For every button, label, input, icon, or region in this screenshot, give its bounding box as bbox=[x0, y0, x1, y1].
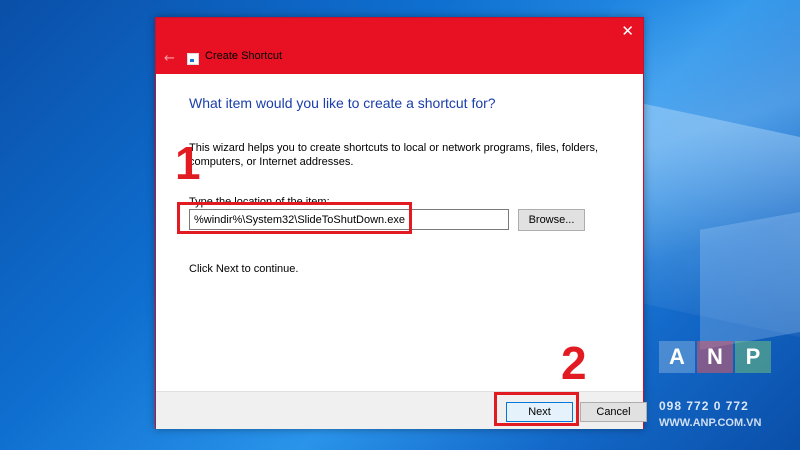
window-title: Create Shortcut bbox=[205, 50, 283, 62]
wizard-description: This wizard helps you to create shortcut… bbox=[189, 142, 599, 168]
watermark-phone: 098 772 0 772 bbox=[659, 399, 749, 413]
close-icon[interactable]: ✕ bbox=[621, 24, 634, 39]
watermark-letter-a: A bbox=[659, 341, 695, 373]
watermark-url: WWW.ANP.COM.VN bbox=[659, 417, 762, 429]
anp-watermark: A N P 098 772 0 772 WWW.ANP.COM.VN bbox=[659, 341, 779, 429]
wallpaper-light-panel-lower bbox=[700, 210, 800, 350]
continue-instruction: Click Next to continue. bbox=[189, 263, 299, 275]
title-bar: ✕ ← Create Shortcut bbox=[156, 18, 643, 74]
back-arrow-icon[interactable]: ← bbox=[164, 51, 175, 66]
watermark-logo: A N P bbox=[659, 341, 779, 373]
page-heading: What item would you like to create a sho… bbox=[189, 95, 496, 111]
browse-button[interactable]: Browse... bbox=[518, 209, 585, 231]
annotation-step-2: 2 bbox=[561, 337, 587, 389]
cancel-button[interactable]: Cancel bbox=[580, 402, 647, 422]
annotation-highlight-next bbox=[494, 392, 579, 426]
annotation-step-1: 1 bbox=[175, 137, 201, 189]
watermark-letter-p: P bbox=[735, 341, 771, 373]
watermark-letter-n: N bbox=[697, 341, 733, 373]
shortcut-icon bbox=[187, 53, 199, 65]
wallpaper-light-panel bbox=[630, 100, 800, 340]
annotation-highlight-location bbox=[177, 202, 412, 234]
